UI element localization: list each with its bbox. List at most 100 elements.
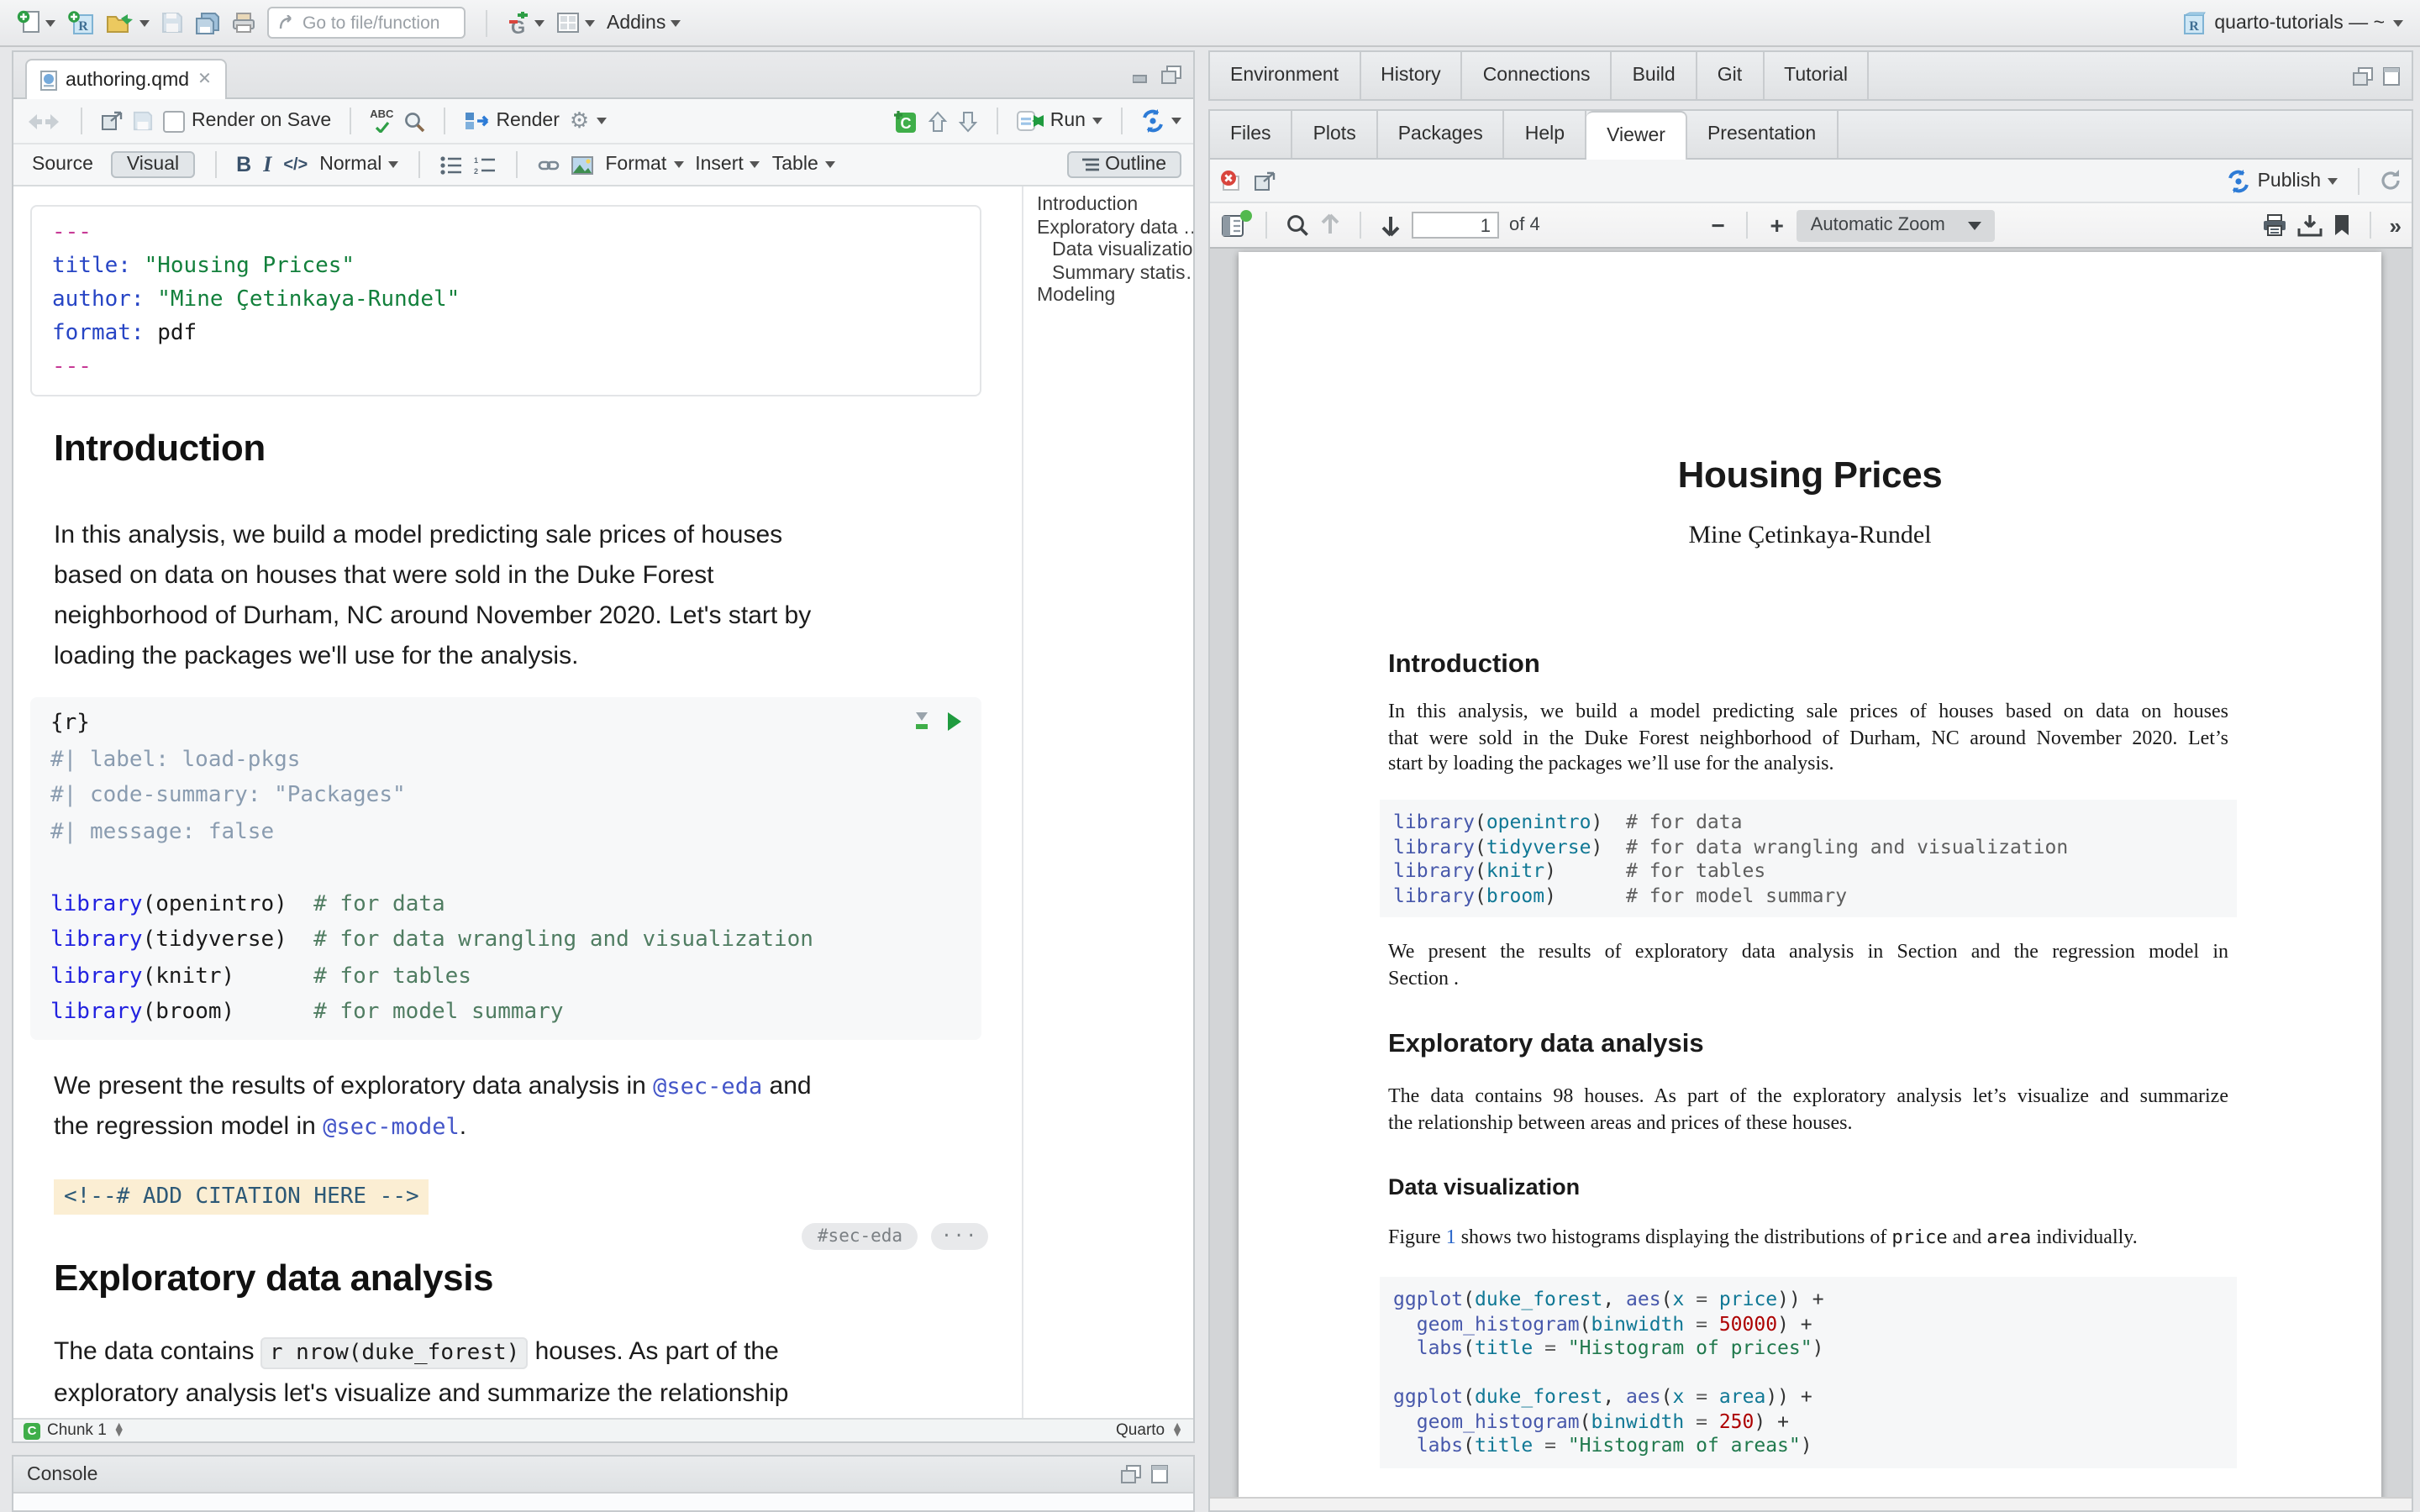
render-button[interactable]: Render: [464, 111, 559, 131]
tab-history[interactable]: History: [1360, 52, 1463, 99]
pdf-sidebar-toggle[interactable]: [1222, 214, 1247, 236]
zoom-in-button[interactable]: +: [1767, 212, 1787, 239]
close-tab-icon[interactable]: ✕: [197, 71, 212, 89]
addins-caret-icon: [671, 19, 681, 26]
zoom-level-select[interactable]: Automatic Zoom: [1797, 209, 1996, 241]
yaml-header-block[interactable]: ---title: "Housing Prices"author: "Mine …: [30, 205, 981, 396]
outline-toggle-button[interactable]: Outline: [1066, 151, 1181, 178]
stop-clear-icon[interactable]: [1220, 170, 1242, 192]
format-caret-icon: [673, 161, 683, 168]
visual-mode-button[interactable]: Visual: [112, 151, 194, 178]
bullet-list-icon[interactable]: [440, 155, 462, 174]
table-dropdown[interactable]: Table: [772, 155, 835, 175]
environment-tabs: EnvironmentHistoryConnectionsBuildGitTut…: [1210, 52, 1870, 99]
publish-button[interactable]: Publish: [2228, 169, 2338, 192]
pdf-tools-expand-icon[interactable]: »: [2390, 213, 2400, 238]
previous-chunk-icon[interactable]: [928, 110, 948, 132]
sec-eda-crossref[interactable]: @sec-eda: [653, 1073, 762, 1100]
figure-link[interactable]: 1: [1446, 1225, 1456, 1248]
back-forward-icons[interactable]: [25, 112, 62, 130]
html-comment-highlight[interactable]: <!--# ADD CITATION HERE -->: [54, 1179, 429, 1214]
new-file-button[interactable]: [17, 10, 55, 35]
tab-connections[interactable]: Connections: [1463, 52, 1612, 99]
pdf-print-icon[interactable]: [2262, 213, 2287, 237]
render-on-save-checkbox[interactable]: Render on Save: [163, 110, 331, 132]
run-button[interactable]: Run: [1017, 111, 1102, 131]
code-button[interactable]: </>: [283, 155, 308, 174]
rerun-button[interactable]: [1141, 109, 1181, 133]
page-number-input[interactable]: 1: [1412, 212, 1499, 239]
format-dropdown[interactable]: Format: [605, 155, 683, 175]
outline-item-modeling[interactable]: Modeling: [1023, 286, 1193, 308]
inline-r-code[interactable]: r nrow(duke_forest): [261, 1336, 528, 1368]
bold-button[interactable]: B: [236, 153, 251, 176]
next-chunk-icon[interactable]: [958, 110, 978, 132]
tab-packages[interactable]: Packages: [1378, 111, 1505, 158]
open-file-button[interactable]: [106, 12, 150, 34]
find-replace-icon[interactable]: [403, 110, 425, 132]
run-chunks-above-icon[interactable]: [913, 711, 931, 731]
tab-authoring-qmd[interactable]: authoring.qmd ✕: [25, 59, 227, 99]
pdf-bookmark-icon[interactable]: [2333, 213, 2351, 237]
console-restore-icon[interactable]: [1121, 1465, 1141, 1483]
tab-files[interactable]: Files: [1210, 111, 1293, 158]
pdf-download-icon[interactable]: [2297, 213, 2323, 237]
env-maximize-icon[interactable]: [2383, 66, 2400, 85]
document-mode[interactable]: Quarto: [1116, 1421, 1165, 1440]
tab-viewer[interactable]: Viewer: [1586, 111, 1687, 160]
pdf-viewer-canvas[interactable]: Housing Prices Mine Çetinkaya-Rundel Int…: [1210, 249, 2412, 1497]
project-menu-button[interactable]: R quarto-tutorials — ~: [2181, 11, 2403, 34]
addins-button[interactable]: Addins: [607, 13, 681, 33]
insert-chunk-icon[interactable]: C: [892, 109, 918, 133]
document-editor[interactable]: ---title: "Housing Prices"author: "Mine …: [13, 186, 1022, 1418]
tab-build[interactable]: Build: [1612, 52, 1697, 99]
source-mode-button[interactable]: Source: [25, 153, 100, 176]
page-up-icon[interactable]: [1319, 213, 1341, 237]
save-button[interactable]: [161, 12, 183, 34]
outline-item-exploratory-data[interactable]: Exploratory data …: [1023, 218, 1193, 240]
insert-dropdown[interactable]: Insert: [695, 155, 760, 175]
viewer-refresh-icon[interactable]: [2380, 170, 2402, 192]
new-project-button[interactable]: R: [67, 10, 94, 35]
link-icon[interactable]: [538, 155, 560, 174]
env-restore-icon[interactable]: [2353, 66, 2373, 85]
spellcheck-button[interactable]: ABC: [370, 110, 393, 132]
viewer-horizontal-scrollbar[interactable]: [1210, 1497, 2412, 1510]
panes-caret-icon: [585, 19, 595, 26]
version-control-button[interactable]: G: [508, 11, 544, 34]
image-icon[interactable]: [571, 155, 593, 174]
paragraph-style-dropdown[interactable]: Normal: [319, 155, 398, 175]
workspace-panes-button[interactable]: [556, 12, 595, 34]
run-chunk-icon[interactable]: [946, 711, 961, 730]
maximize-pane-icon[interactable]: [1161, 66, 1181, 84]
print-button[interactable]: [232, 12, 255, 34]
tab-help[interactable]: Help: [1505, 111, 1586, 158]
tab-git[interactable]: Git: [1697, 52, 1764, 99]
viewer-popout-icon[interactable]: [1254, 171, 1276, 191]
pdf-search-icon[interactable]: [1286, 213, 1309, 237]
console-body[interactable]: [13, 1494, 1193, 1510]
save-doc-icon[interactable]: [133, 111, 153, 131]
outline-item-data-visualization[interactable]: Data visualization: [1023, 240, 1193, 263]
numbered-list-icon[interactable]: 12: [474, 155, 496, 174]
console-title[interactable]: Console: [27, 1464, 97, 1484]
tab-plots[interactable]: Plots: [1293, 111, 1378, 158]
goto-file-search[interactable]: Go to file/function: [267, 7, 466, 39]
console-maximize-icon[interactable]: [1151, 1465, 1168, 1483]
tab-presentation[interactable]: Presentation: [1687, 111, 1838, 158]
sec-model-crossref[interactable]: @sec-model: [323, 1113, 460, 1140]
minimize-pane-icon[interactable]: [1133, 66, 1151, 83]
tab-tutorial[interactable]: Tutorial: [1764, 52, 1870, 99]
outline-item-summary-statis[interactable]: Summary statis…: [1023, 263, 1193, 286]
page-down-icon[interactable]: [1380, 213, 1402, 237]
section-options-button[interactable]: ···: [931, 1222, 988, 1249]
outline-item-introduction[interactable]: Introduction: [1023, 195, 1193, 218]
save-all-button[interactable]: [195, 11, 220, 34]
popout-icon[interactable]: [101, 111, 123, 131]
r-code-chunk[interactable]: {r}#| label: load-pkgs#| code-summary: "…: [30, 697, 981, 1039]
render-settings-button[interactable]: ⚙: [570, 108, 606, 134]
tab-environment[interactable]: Environment: [1210, 52, 1360, 99]
zoom-out-button[interactable]: −: [1708, 212, 1728, 239]
chunk-status[interactable]: Chunk 1: [47, 1421, 107, 1440]
italic-button[interactable]: I: [263, 151, 271, 178]
